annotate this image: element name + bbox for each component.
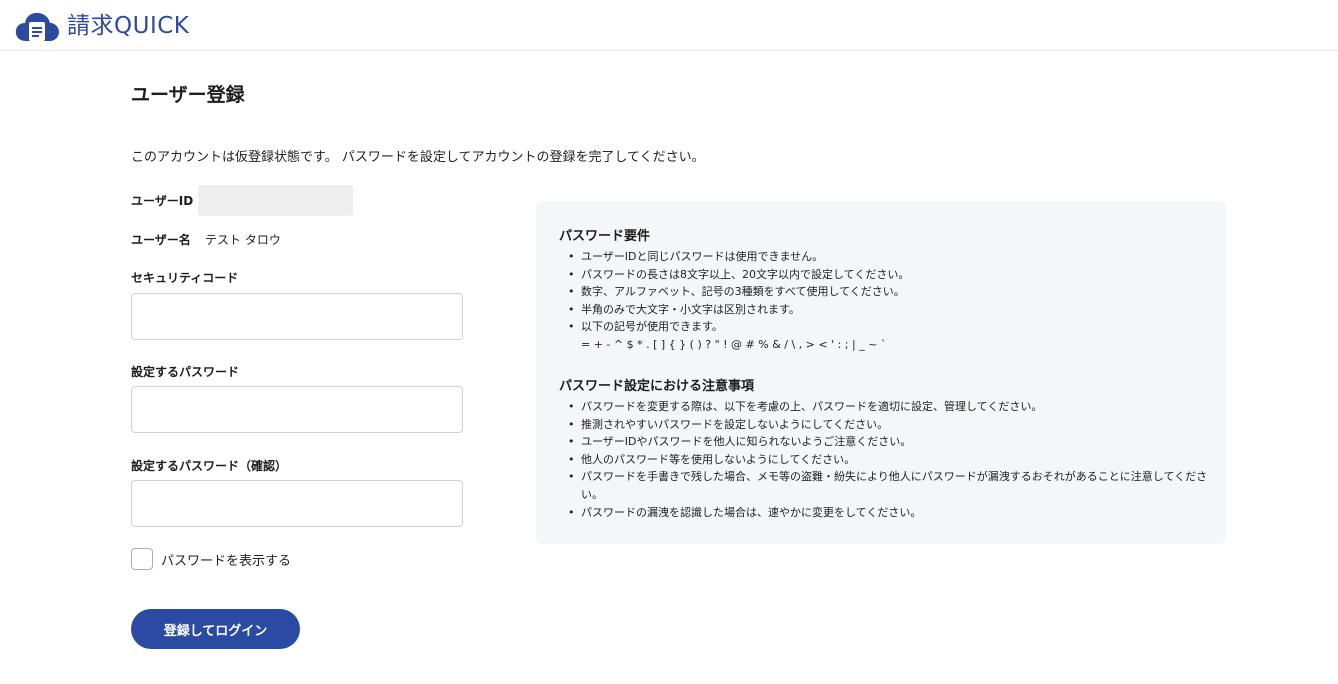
user-id-label: ユーザーID	[131, 194, 194, 208]
register-login-button[interactable]: 登録してログイン	[131, 609, 300, 649]
requirements-list: ユーザーIDと同じパスワードは使用できません。 パスワードの長さは8文字以上、2…	[559, 248, 1209, 354]
app-name: 請求QUICK	[67, 13, 190, 39]
intro-text: このアカウントは仮登録状態です。 パスワードを設定してアカウントの登録を完了して…	[131, 150, 705, 165]
password-confirm-input[interactable]	[131, 480, 463, 527]
list-item: パスワードの長さは8文字以上、20文字以内で設定してください。	[559, 266, 1209, 284]
security-code-label: セキュリティコード	[131, 271, 239, 285]
list-item: 以下の記号が使用できます。	[559, 318, 1209, 336]
list-item: 他人のパスワード等を使用しないようにしてください。	[559, 451, 1209, 469]
allowed-symbols: = + - ^ $ * . [ ] { } ( ) ? " ! @ # % & …	[581, 337, 887, 351]
list-item: 推測されやすいパスワードを設定しないようにしてください。	[559, 416, 1209, 434]
user-id-value	[198, 185, 353, 216]
list-item: 数字、アルファベット、記号の3種類をすべて使用してください。	[559, 283, 1209, 301]
list-item: パスワードを変更する際は、以下を考慮の上、パスワードを適切に設定、管理してくださ…	[559, 398, 1209, 416]
show-password-checkbox[interactable]	[131, 548, 153, 570]
password-label: 設定するパスワード	[131, 365, 240, 379]
show-password-label: パスワードを表示する	[161, 553, 292, 569]
security-code-input[interactable]	[131, 293, 463, 340]
password-info-panel: パスワード要件 ユーザーIDと同じパスワードは使用できません。 パスワードの長さ…	[536, 201, 1226, 544]
app-logo[interactable]: 請求QUICK	[14, 9, 189, 43]
cautions-list: パスワードを変更する際は、以下を考慮の上、パスワードを適切に設定、管理してくださ…	[559, 398, 1209, 521]
requirements-heading: パスワード要件	[559, 229, 651, 244]
list-item: パスワードを手書きで残した場合、メモ等の盗難・紛失により他人にパスワードが漏洩す…	[559, 468, 1209, 503]
user-name-value: テスト タロウ	[205, 233, 281, 247]
list-item: パスワードの漏洩を認識した場合は、速やかに変更をしてください。	[559, 504, 1209, 522]
cloud-document-icon	[15, 12, 60, 41]
password-input[interactable]	[131, 386, 463, 433]
user-name-label: ユーザー名	[131, 233, 191, 247]
app-header: 請求QUICK	[0, 0, 1338, 51]
cautions-heading: パスワード設定における注意事項	[559, 379, 755, 394]
show-password-toggle[interactable]: パスワードを表示する	[131, 548, 291, 570]
password-confirm-label: 設定するパスワード（確認）	[131, 459, 288, 473]
page-title: ユーザー登録	[131, 84, 245, 106]
list-item: 半角のみで大文字・小文字は区別されます。	[559, 301, 1209, 319]
list-item: ユーザーIDと同じパスワードは使用できません。	[559, 248, 1209, 266]
list-item: ユーザーIDやパスワードを他人に知られないようご注意ください。	[559, 433, 1209, 451]
